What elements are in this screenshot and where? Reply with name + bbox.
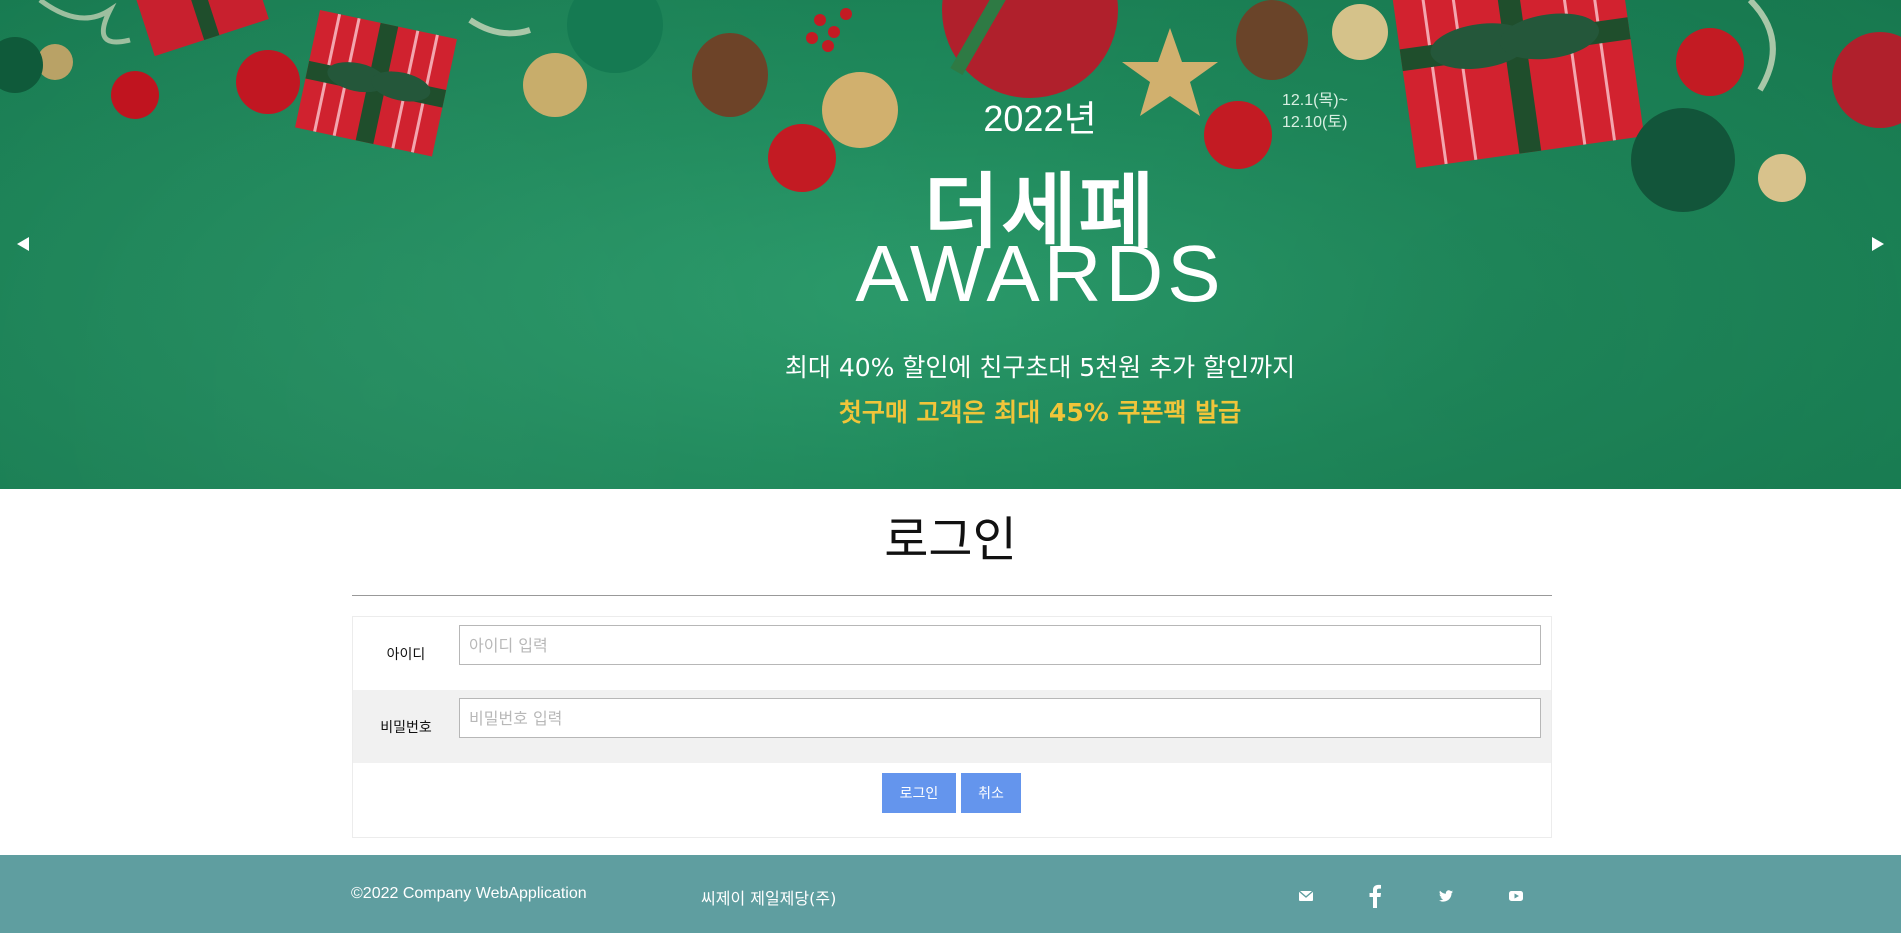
footer-copyright: ©2022 Company WebApplication — [351, 885, 587, 902]
banner-dates-end: 12.10(토) — [1282, 114, 1348, 131]
password-label: 비밀번호 — [380, 719, 432, 736]
banner-dates-start: 12.1(목)~ — [1282, 92, 1348, 109]
cancel-button[interactable]: 취소 — [961, 773, 1021, 813]
banner-coupon-text: 첫구매 고객은 최대 45% 쿠폰팩 발급 — [838, 398, 1242, 427]
password-input[interactable] — [459, 698, 1541, 738]
title-divider — [352, 595, 1552, 596]
footer: ©2022 Company WebApplication 씨제이 제일제당(주) — [0, 855, 1901, 933]
facebook-icon[interactable] — [1362, 883, 1388, 909]
login-button[interactable]: 로그인 — [882, 773, 956, 813]
form-buttons: 로그인 취소 — [353, 773, 1551, 813]
carousel-prev-arrow-icon[interactable] — [12, 233, 34, 255]
id-input[interactable] — [459, 625, 1541, 665]
id-label: 아이디 — [386, 646, 426, 663]
password-row: 비밀번호 — [353, 690, 1551, 763]
banner-subtitle: AWARDS — [855, 229, 1225, 318]
banner-dates: 12.1(목)~ 12.10(토) — [1282, 90, 1348, 134]
id-row: 아이디 — [353, 617, 1551, 690]
banner-year: 2022년 — [983, 98, 1097, 139]
page-title: 로그인 — [884, 512, 1017, 568]
login-form: 아이디 비밀번호 로그인 취소 — [352, 616, 1552, 838]
carousel-next-arrow-icon[interactable] — [1867, 233, 1889, 255]
twitter-icon[interactable] — [1433, 883, 1459, 909]
youtube-icon[interactable] — [1503, 883, 1529, 909]
banner-discount-text: 최대 40% 할인에 친구초대 5천원 추가 할인까지 — [784, 353, 1296, 382]
mail-icon[interactable] — [1293, 883, 1319, 909]
promo-banner[interactable]: 2022년 12.1(목)~ 12.10(토) 더세페 AWARDS 최대 40… — [0, 0, 1901, 489]
footer-company-name: 씨제이 제일제당(주) — [701, 889, 837, 908]
